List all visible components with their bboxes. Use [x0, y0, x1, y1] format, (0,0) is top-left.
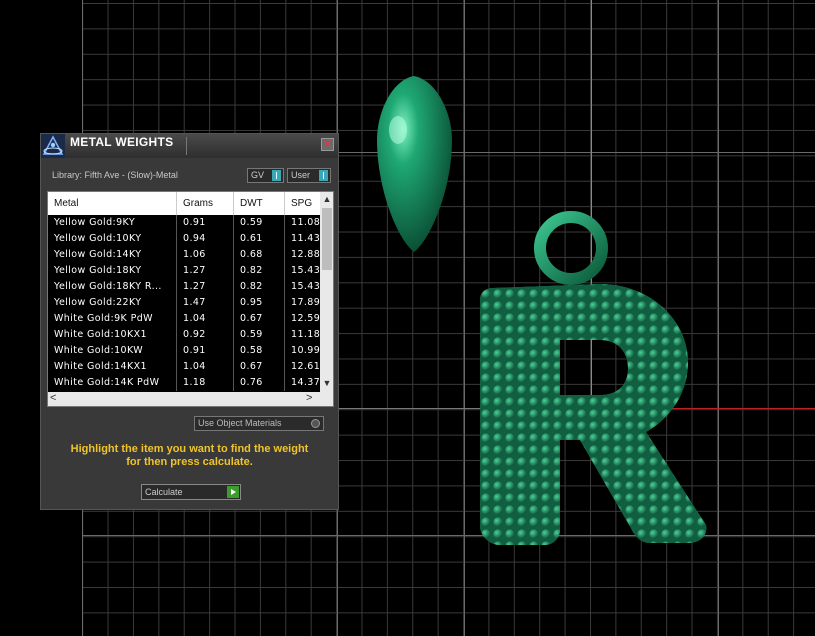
column-header-dwt[interactable]: DWT — [234, 192, 285, 215]
spg-cell: 12.88 — [291, 249, 320, 260]
toggle-knob-icon — [319, 170, 328, 181]
metal-table: Metal Grams DWT SPG Yellow Gold:9KY 0.91… — [47, 191, 334, 407]
play-icon[interactable] — [227, 486, 239, 498]
user-toggle-label: User — [291, 170, 311, 180]
grams-cell: 1.27 — [177, 263, 234, 279]
dwt-cell: 0.82 — [234, 263, 285, 279]
spg-cell: 15.43 — [291, 265, 320, 276]
column-header-grams[interactable]: Grams — [177, 192, 234, 215]
spg-cell: 14.37 — [291, 377, 320, 388]
grams-cell: 1.04 — [177, 359, 234, 375]
spg-cell: 10.99 — [291, 345, 320, 356]
grams-cell: 1.47 — [177, 295, 234, 311]
spg-cell: 11.18 — [291, 329, 320, 340]
dwt-cell: 0.67 — [234, 311, 285, 327]
dwt-cell: 0.82 — [234, 279, 285, 295]
metal-cell: Yellow Gold:22KY — [48, 295, 177, 311]
metal-cell: White Gold:14KX1 — [48, 359, 177, 375]
gv-toggle-label: GV — [251, 170, 265, 180]
pendant-bail — [534, 211, 608, 285]
calculate-label: Calculate — [145, 487, 183, 497]
column-header-spg[interactable]: SPG — [285, 192, 320, 215]
scroll-right-icon[interactable]: > — [306, 392, 318, 406]
grams-cell: 1.06 — [177, 247, 234, 263]
dwt-cell: 0.95 — [234, 295, 285, 311]
gv-toggle[interactable]: GV — [247, 168, 284, 183]
scroll-down-icon[interactable]: ▼ — [320, 376, 333, 390]
library-label: Library: Fifth Ave - (Slow)-Metal — [52, 170, 178, 180]
metal-cell: Yellow Gold:9KY — [48, 215, 177, 231]
dwt-cell: 0.59 — [234, 327, 285, 343]
metal-cell: Yellow Gold:14KY — [48, 247, 177, 263]
use-object-materials-option[interactable]: Use Object Materials — [194, 416, 324, 431]
table-row[interactable]: White Gold:10KX1 0.92 0.59 11.18 — [48, 327, 320, 343]
table-row[interactable]: Yellow Gold:22KY 1.47 0.95 17.89 — [48, 295, 320, 311]
spg-cell: 17.89 — [291, 297, 320, 308]
grams-cell: 1.27 — [177, 279, 234, 295]
instructions-line: for then press calculate. — [126, 456, 253, 468]
metal-cell: White Gold:9K PdW — [48, 311, 177, 327]
table-row[interactable]: White Gold:14KX1 1.04 0.67 12.61 — [48, 359, 320, 375]
metal-cell: Yellow Gold:18KY — [48, 263, 177, 279]
grams-cell: 1.04 — [177, 311, 234, 327]
instructions-text: Highlight the item you want to find the … — [51, 443, 328, 469]
dwt-cell: 0.61 — [234, 231, 285, 247]
radio-icon[interactable] — [311, 419, 320, 428]
user-toggle[interactable]: User — [287, 168, 331, 183]
grams-cell: 0.92 — [177, 327, 234, 343]
metal-cell: White Gold:10KX1 — [48, 327, 177, 343]
horizontal-scrollbar[interactable]: < > — [48, 392, 333, 406]
grams-cell: 0.91 — [177, 343, 234, 359]
spg-cell: 12.59 — [291, 313, 320, 324]
letter-r-pendant[interactable] — [480, 284, 707, 545]
table-row[interactable]: Yellow Gold:18KY R... 1.27 0.82 15.43 — [48, 279, 320, 295]
toggle-knob-icon — [272, 170, 281, 181]
grams-cell: 0.91 — [177, 215, 234, 231]
instructions-line: Highlight the item you want to find the … — [70, 443, 309, 455]
scroll-up-icon[interactable]: ▲ — [320, 192, 333, 206]
dwt-cell: 0.58 — [234, 343, 285, 359]
table-row[interactable]: White Gold:14K PdW 1.18 0.76 14.37 — [48, 375, 320, 391]
table-row[interactable]: Yellow Gold:18KY 1.27 0.82 15.43 — [48, 263, 320, 279]
metal-cell: Yellow Gold:18KY R... — [48, 279, 177, 295]
dwt-cell: 0.68 — [234, 247, 285, 263]
dialog-title: METAL WEIGHTS — [70, 135, 174, 149]
close-icon: ✕ — [322, 138, 333, 150]
teardrop-model[interactable] — [377, 76, 452, 252]
column-header-metal[interactable]: Metal — [48, 192, 177, 215]
spg-cell: 12.61 — [291, 361, 320, 372]
dwt-cell: 0.59 — [234, 215, 285, 231]
grams-cell: 1.18 — [177, 375, 234, 391]
metal-cell: White Gold:10KW — [48, 343, 177, 359]
scroll-left-icon[interactable]: < — [50, 392, 62, 406]
table-header: Metal Grams DWT SPG — [48, 192, 320, 215]
table-row[interactable]: Yellow Gold:9KY 0.91 0.59 11.08 — [48, 215, 320, 231]
spg-cell: 15.43 — [291, 281, 320, 292]
metal-cell: White Gold:14K PdW — [48, 375, 177, 391]
use-object-materials-label: Use Object Materials — [198, 418, 282, 428]
close-button[interactable]: ✕ — [321, 138, 334, 151]
table-row[interactable]: White Gold:10KW 0.91 0.58 10.99 — [48, 343, 320, 359]
table-row[interactable]: Yellow Gold:14KY 1.06 0.68 12.88 — [48, 247, 320, 263]
calculate-button[interactable]: Calculate — [141, 484, 241, 500]
metal-weights-dialog: METAL WEIGHTS ✕ Library: Fifth Ave - (Sl… — [40, 133, 339, 510]
metal-cell: Yellow Gold:10KY — [48, 231, 177, 247]
table-row[interactable]: White Gold:9K PdW 1.04 0.67 12.59 — [48, 311, 320, 327]
vertical-scrollbar[interactable]: ▲ ▼ — [320, 192, 333, 392]
dwt-cell: 0.76 — [234, 375, 285, 391]
dialog-titlebar[interactable]: METAL WEIGHTS ✕ — [41, 134, 338, 158]
grams-cell: 0.94 — [177, 231, 234, 247]
dwt-cell: 0.67 — [234, 359, 285, 375]
table-row[interactable]: Yellow Gold:10KY 0.94 0.61 11.43 — [48, 231, 320, 247]
spg-cell: 11.43 — [291, 233, 320, 244]
scroll-thumb[interactable] — [322, 208, 332, 270]
spg-cell: 11.08 — [291, 217, 320, 228]
app-logo-icon — [41, 134, 65, 158]
titlebar-divider — [186, 137, 187, 155]
